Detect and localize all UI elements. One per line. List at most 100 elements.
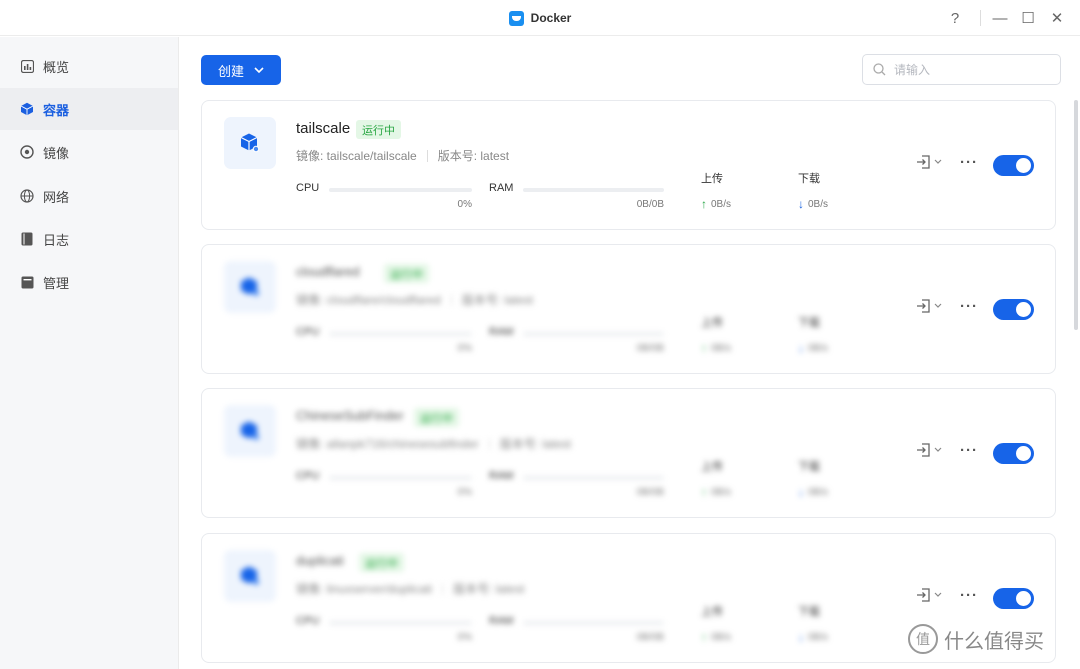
version-label: 版本号: latest <box>499 437 572 451</box>
arrow-down-icon: ↓ <box>798 485 804 499</box>
enter-icon <box>917 588 930 602</box>
upload-label: 上传 <box>701 173 723 185</box>
maximize-button[interactable]: ☐ <box>1018 8 1038 28</box>
search-icon <box>873 63 886 76</box>
sidebar-item-label: 镜像 <box>43 145 70 161</box>
download-rate-value: 0B/s <box>808 342 829 354</box>
terminal-button[interactable] <box>916 298 942 314</box>
sidebar-item-manage[interactable]: 管理 <box>0 261 178 303</box>
container-toggle[interactable] <box>993 299 1034 320</box>
terminal-button[interactable] <box>916 154 942 170</box>
upload-label: 上传 <box>701 606 723 618</box>
container-icon <box>224 117 276 169</box>
chevron-down-icon <box>254 66 264 73</box>
download-rate-value: 0B/s <box>808 198 829 210</box>
enter-icon <box>917 299 930 313</box>
watermark: 值 什么值得买 <box>908 624 1044 654</box>
upload-rate: ↑ 0B/s <box>701 630 731 644</box>
container-name[interactable]: tailscale <box>296 120 350 137</box>
upload-label: 上传 <box>701 461 723 473</box>
minimize-button[interactable]: — <box>990 8 1010 28</box>
cpu-label: CPU <box>296 470 320 482</box>
cpu-usage-bar <box>329 621 472 625</box>
app-title-text: Docker <box>530 11 572 25</box>
disc-icon <box>20 145 34 159</box>
download-label: 下载 <box>798 317 820 329</box>
cpu-label: CPU <box>296 615 320 627</box>
ram-usage-bar <box>523 188 664 192</box>
create-button[interactable]: 创建 <box>201 55 281 85</box>
container-card: tailscale 运行中 镜像: tailscale/tailscale 版本… <box>201 100 1056 230</box>
ram-label: RAM <box>489 470 514 482</box>
container-name[interactable]: cloudflared <box>296 264 360 279</box>
arrow-up-icon: ↑ <box>701 197 707 211</box>
terminal-button[interactable] <box>916 587 942 603</box>
ram-label: RAM <box>489 615 514 627</box>
status-badge: 运行中 <box>414 408 459 427</box>
arrow-up-icon: ↑ <box>701 341 707 355</box>
upload-rate-value: 0B/s <box>711 342 732 354</box>
arrow-down-icon: ↓ <box>798 630 804 644</box>
upload-rate-value: 0B/s <box>711 631 732 643</box>
container-toggle[interactable] <box>993 588 1034 609</box>
download-rate: ↓ 0B/s <box>798 485 828 499</box>
sidebar-item-overview[interactable]: 概览 <box>0 45 178 87</box>
sidebar-item-images[interactable]: 镜像 <box>0 131 178 173</box>
upload-label: 上传 <box>701 317 723 329</box>
more-button[interactable]: ··· <box>960 442 978 459</box>
ram-value: 0B/0B <box>636 487 664 498</box>
close-button[interactable]: ✕ <box>1047 8 1067 28</box>
download-rate: ↓ 0B/s <box>798 197 828 211</box>
search-box <box>862 54 1061 85</box>
image-name: 镜像: linuxserver/duplicati <box>296 582 433 596</box>
container-toggle[interactable] <box>993 443 1034 464</box>
sidebar-item-label: 容器 <box>43 102 70 118</box>
meta-divider <box>450 293 452 306</box>
ram-label: RAM <box>489 182 514 194</box>
docker-logo-icon <box>508 10 524 26</box>
ram-usage-bar <box>523 476 664 480</box>
scrollbar[interactable] <box>1074 100 1078 330</box>
container-meta: 镜像: cloudflare/cloudflared 版本号: latest <box>296 291 533 308</box>
cpu-usage-bar <box>329 476 472 480</box>
container-meta: 镜像: linuxserver/duplicati 版本号: latest <box>296 580 524 597</box>
title-divider <box>980 10 981 26</box>
ram-usage-bar <box>523 621 664 625</box>
container-card: ChineseSubFinder 运行中 镜像: allanpk716/chin… <box>201 388 1056 518</box>
search-input[interactable] <box>894 62 1044 77</box>
more-button[interactable]: ··· <box>960 298 978 315</box>
container-card: cloudflared 运行中 镜像: cloudflare/cloudflar… <box>201 244 1056 374</box>
download-label: 下载 <box>798 606 820 618</box>
box-icon <box>20 275 34 289</box>
globe-icon <box>20 189 34 203</box>
more-button[interactable]: ··· <box>960 587 978 604</box>
status-badge: 运行中 <box>384 264 429 283</box>
ram-value: 0B/0B <box>636 199 664 210</box>
sidebar-item-network[interactable]: 网络 <box>0 175 178 217</box>
create-button-label: 创建 <box>217 63 244 79</box>
container-icon <box>224 405 276 457</box>
more-button[interactable]: ··· <box>960 154 978 171</box>
chevron-down-icon <box>934 303 942 308</box>
container-name[interactable]: ChineseSubFinder <box>296 408 404 423</box>
cpu-usage-bar <box>329 332 472 336</box>
ram-value: 0B/0B <box>636 343 664 354</box>
title-bar: Docker ? — ☐ ✕ <box>0 0 1080 36</box>
chart-icon <box>20 59 34 73</box>
container-toggle[interactable] <box>993 155 1034 176</box>
cpu-value: 0% <box>457 199 472 210</box>
sidebar-item-label: 日志 <box>43 232 70 248</box>
container-name[interactable]: duplicati <box>296 553 344 568</box>
terminal-button[interactable] <box>916 442 942 458</box>
help-button[interactable]: ? <box>945 8 965 28</box>
sidebar-item-logs[interactable]: 日志 <box>0 218 178 260</box>
download-label: 下载 <box>798 461 820 473</box>
status-badge: 运行中 <box>356 120 401 139</box>
container-meta: 镜像: allanpk716/chinesesubfinder 版本号: lat… <box>296 435 571 452</box>
sidebar-item-containers[interactable]: 容器 <box>0 88 178 130</box>
ram-usage-bar <box>523 332 664 336</box>
container-meta: 镜像: tailscale/tailscale 版本号: latest <box>296 147 509 164</box>
cpu-value: 0% <box>457 487 472 498</box>
download-rate-value: 0B/s <box>808 486 829 498</box>
book-icon <box>20 232 34 246</box>
